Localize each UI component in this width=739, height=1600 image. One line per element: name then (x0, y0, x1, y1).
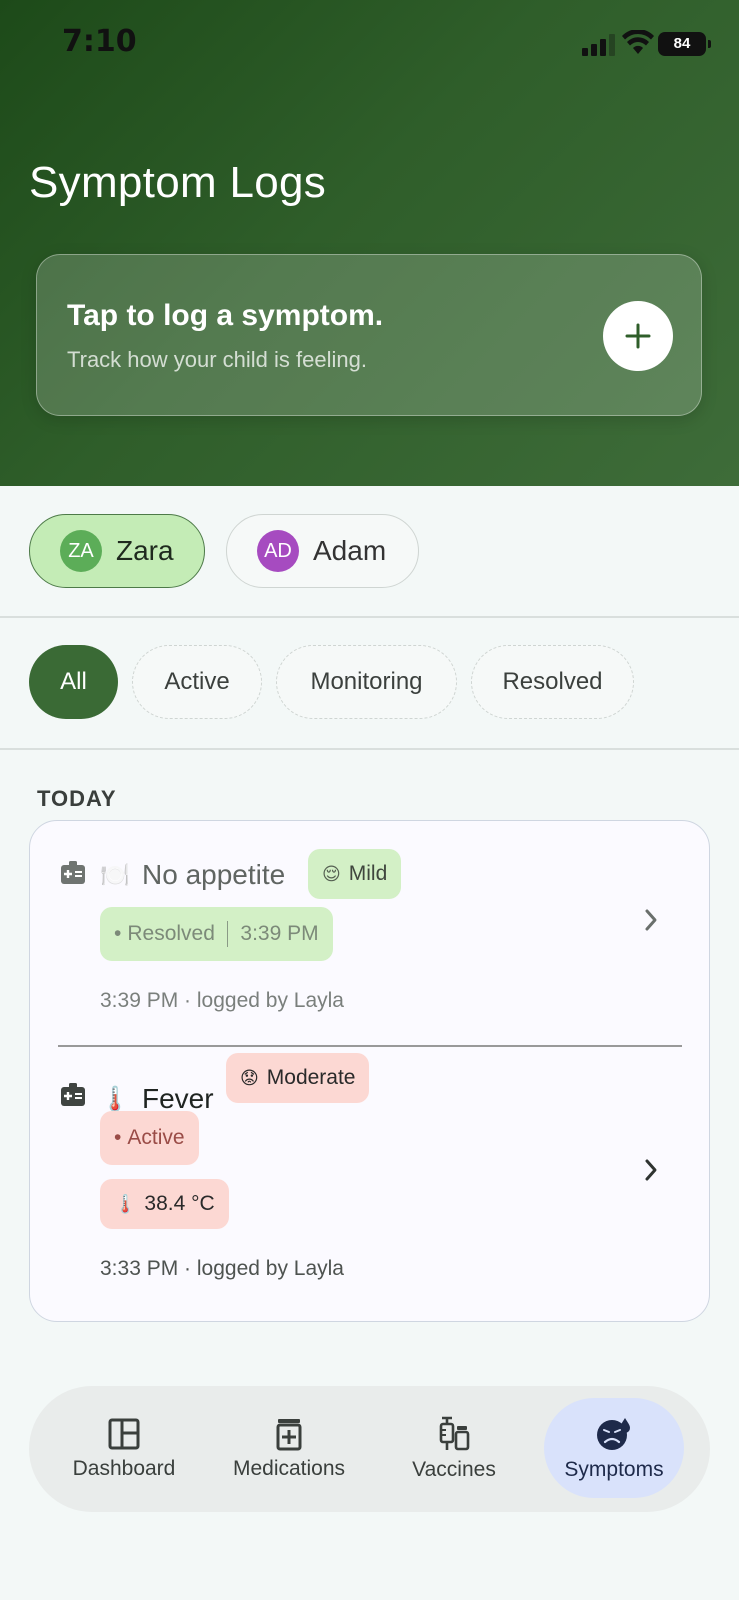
nav-dashboard[interactable]: Dashboard (54, 1386, 194, 1512)
symptom-name: No appetite (142, 859, 286, 890)
child-name: Zara (116, 535, 174, 566)
thermometer-icon: 🌡️ (114, 1193, 137, 1214)
chevron-right-icon (645, 1159, 657, 1181)
entry-meta: 3:33 PM · logged by Layla (100, 1257, 344, 1280)
section-label-today: TODAY (37, 786, 117, 811)
filter-all[interactable]: All (29, 645, 118, 719)
log-symptom-card[interactable]: Tap to log a symptom. Track how your chi… (36, 254, 702, 416)
severity-emoji: 😌 (322, 863, 341, 884)
symptom-list: 🍽️ No appetite 😌 Mild • Resolved 3:39 PM… (29, 820, 710, 1322)
status-separator (226, 921, 229, 947)
nav-label: Medications (232, 1457, 346, 1480)
symptom-entry-fever[interactable]: 🌡️ Fever 😟 Moderate • Active 🌡️ 38.4 °C … (30, 1047, 711, 1323)
status-badge: • Active (100, 1111, 199, 1165)
avatar: AD (257, 530, 299, 572)
child-selector: ZA Zara AD Adam (0, 486, 739, 617)
status-dot: • (114, 922, 122, 945)
child-name: Adam (313, 535, 387, 566)
status-filters: All Active Monitoring Resolved (0, 617, 739, 749)
status-label: Active (127, 1126, 185, 1149)
bottom-nav: Dashboard Medications Vaccines Symptoms (29, 1386, 710, 1512)
temperature-value: 38.4 °C (144, 1192, 215, 1215)
filter-monitoring[interactable]: Monitoring (276, 645, 457, 719)
thermometer-icon: 🌡️ (100, 1086, 130, 1113)
medication-icon (276, 1419, 302, 1451)
wifi-icon (622, 30, 654, 54)
battery-indicator: 84 (658, 32, 711, 56)
severity-badge: 😌 Mild (308, 849, 402, 899)
symptoms-icon (597, 1418, 630, 1450)
status-label: Resolved (127, 922, 215, 945)
log-card-title: Tap to log a symptom. (67, 299, 384, 332)
symptom-entry-no-appetite[interactable]: 🍽️ No appetite 😌 Mild • Resolved 3:39 PM… (30, 821, 711, 1045)
child-chip-adam[interactable]: AD Adam (226, 514, 419, 588)
temperature-badge: 🌡️ 38.4 °C (100, 1179, 229, 1229)
plus-icon (625, 323, 651, 349)
status-time: 3:39 PM (240, 922, 319, 945)
log-card-subtitle: Track how your child is feeling. (67, 347, 367, 372)
status-time: 7:10 (62, 24, 137, 59)
medical-id-icon (61, 861, 85, 884)
nav-medications[interactable]: Medications (214, 1386, 364, 1512)
dashboard-icon (108, 1418, 140, 1450)
severity-label: Mild (348, 862, 388, 885)
nav-label: Symptoms (564, 1458, 664, 1481)
nav-symptoms[interactable]: Symptoms (544, 1386, 684, 1512)
status-dot: • (114, 1126, 122, 1149)
entry-meta: 3:39 PM · logged by Layla (100, 989, 344, 1012)
add-symptom-button[interactable] (603, 301, 673, 371)
nav-label: Dashboard (72, 1457, 176, 1480)
child-chip-zara[interactable]: ZA Zara (29, 514, 205, 588)
severity-badge: 😟 Moderate (226, 1053, 370, 1103)
severity-label: Moderate (266, 1066, 356, 1089)
filter-active[interactable]: Active (132, 645, 262, 719)
status-badge: • Resolved 3:39 PM (100, 907, 333, 961)
nav-vaccines[interactable]: Vaccines (384, 1386, 524, 1512)
nav-label: Vaccines (412, 1458, 496, 1481)
header: 7:10 84 Symptom Logs Tap to log a sympto… (0, 0, 739, 486)
food-icon: 🍽️ (100, 862, 130, 889)
status-bar: 7:10 84 (0, 0, 739, 90)
divider (0, 748, 739, 750)
medical-id-icon (61, 1083, 85, 1106)
vaccine-icon (439, 1416, 470, 1451)
signal-icon (582, 34, 616, 56)
filter-resolved[interactable]: Resolved (471, 645, 634, 719)
avatar: ZA (60, 530, 102, 572)
severity-emoji: 😟 (240, 1067, 259, 1088)
chevron-right-icon (645, 909, 657, 931)
page-title: Symptom Logs (29, 158, 327, 207)
